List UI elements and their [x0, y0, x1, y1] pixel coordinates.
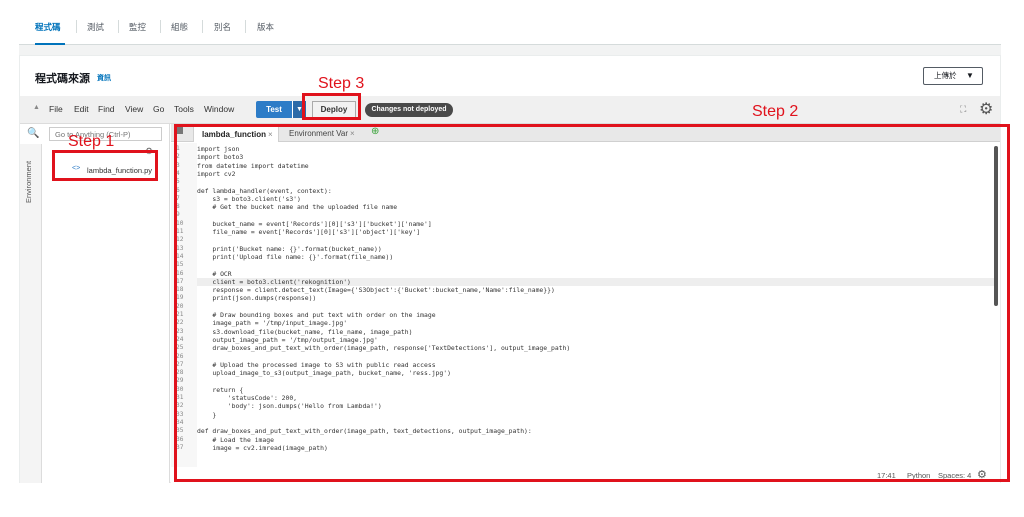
collapse-icon[interactable]: ▲ [33, 104, 40, 111]
ide-menubar: ▲ File Edit Find View Go Tools Window Te… [20, 96, 1000, 124]
menu-edit[interactable]: Edit [74, 104, 89, 114]
upload-from-button[interactable]: 上傳於 ▼ [923, 67, 983, 85]
step2-highlight-box [174, 124, 1010, 482]
info-link[interactable]: 資訊 [97, 73, 111, 83]
tab-configuration[interactable]: 組態 [171, 7, 188, 45]
menu-find[interactable]: Find [98, 104, 115, 114]
panel-title: 程式碼來源 [35, 73, 90, 85]
tab-divider [118, 20, 119, 33]
tab-divider [76, 20, 77, 33]
fullscreen-icon[interactable]: ⛶ [960, 104, 966, 115]
tab-monitor[interactable]: 監控 [129, 7, 146, 45]
function-tabs: 程式碼 測試 監控 組態 別名 版本 [19, 7, 1001, 45]
menu-view[interactable]: View [125, 104, 143, 114]
tab-code[interactable]: 程式碼 [35, 7, 65, 45]
step1-label: Step 1 [68, 133, 115, 150]
tab-test[interactable]: 測試 [87, 7, 104, 45]
menu-file[interactable]: File [49, 104, 63, 114]
tab-aliases[interactable]: 別名 [214, 7, 231, 45]
gear-icon[interactable]: ⚙ [979, 99, 993, 119]
vertical-tab-strip: Environment [20, 144, 42, 483]
environment-tab[interactable]: Environment [24, 152, 38, 212]
menu-window[interactable]: Window [204, 104, 234, 114]
tab-versions[interactable]: 版本 [257, 7, 274, 45]
search-icon: 🔍 [27, 128, 40, 139]
caret-down-icon: ▼ [966, 71, 974, 80]
changes-not-deployed-badge: Changes not deployed [365, 103, 453, 117]
menu-go[interactable]: Go [153, 104, 164, 114]
step3-label: Step 3 [318, 75, 365, 92]
tab-divider [245, 20, 246, 33]
step1-highlight-box [52, 150, 158, 181]
upload-label: 上傳於 [934, 71, 957, 80]
tab-divider [202, 20, 203, 33]
step2-label: Step 2 [752, 103, 799, 120]
menu-tools[interactable]: Tools [174, 104, 194, 114]
test-button[interactable]: Test [256, 101, 292, 118]
tab-divider [160, 20, 161, 33]
step3-highlight-box [302, 93, 361, 120]
